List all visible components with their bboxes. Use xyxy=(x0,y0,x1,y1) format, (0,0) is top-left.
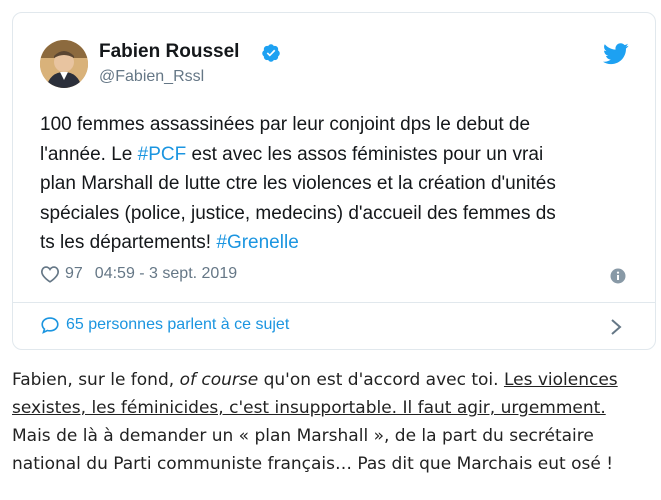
tweet-text-segment: est avec les assos féministes pour un vr… xyxy=(186,143,544,165)
tweet-text-line: 100 femmes assassinées par leur conjoint… xyxy=(40,110,640,140)
hashtag-grenelle-link[interactable]: #Grenelle xyxy=(216,232,298,253)
tweet-text: 100 femmes assassinées par leur conjoint… xyxy=(40,110,640,258)
tweet-text-line: ts les départements! #Grenelle xyxy=(40,228,640,258)
tweet-meta: 97 04:59 - 3 sept. 2019 xyxy=(40,265,237,283)
tweet-text-segment: l'année. Le xyxy=(40,143,138,165)
chevron-right-icon[interactable] xyxy=(610,318,622,336)
tweet-text-segment: plan Marshall de lutte ctre les violence… xyxy=(40,173,556,194)
user-handle[interactable]: @Fabien_Rssl xyxy=(99,68,204,86)
tweet-text-segment: ts les départements! xyxy=(40,232,217,253)
hashtag-pcf-link[interactable]: #PCF xyxy=(138,144,187,165)
heart-icon[interactable] xyxy=(40,265,60,283)
commentary-italic-text: of course xyxy=(179,370,259,390)
commentary-line: national du Parti communiste français… P… xyxy=(12,454,614,474)
conversation-label: 65 personnes parlent à ce sujet xyxy=(66,316,290,333)
avatar[interactable] xyxy=(40,40,88,88)
divider xyxy=(13,302,655,303)
tweet-text-segment: spéciales (police, justice, medecins) d'… xyxy=(40,202,556,224)
tweet-text-line: spéciales (police, justice, medecins) d'… xyxy=(40,199,640,229)
commentary-underlined-line: sexistes, les féminicides, c'est insuppo… xyxy=(12,398,606,418)
tweet-text-line: plan Marshall de lutte ctre les violence… xyxy=(40,169,640,199)
speech-bubble-icon xyxy=(41,317,59,334)
commentary-text: Fabien, sur le fond, xyxy=(12,370,180,390)
verified-badge-icon xyxy=(262,44,280,62)
info-icon[interactable] xyxy=(610,268,626,284)
commentary-underlined-text: Les violences xyxy=(503,370,618,390)
commentary-line: Mais de là à demander un « plan Marshall… xyxy=(12,426,594,446)
commentary-paragraph: Fabien, sur le fond, of course qu'on est… xyxy=(12,366,657,478)
commentary-text: qu'on est d'accord avec toi. xyxy=(258,370,504,390)
commentary-line: Fabien, sur le fond, of course qu'on est… xyxy=(12,366,657,394)
tweet-text-line: l'année. Le #PCF est avec les assos fémi… xyxy=(40,140,640,170)
twitter-bird-icon[interactable] xyxy=(603,43,629,65)
tweet-card[interactable]: Fabien Roussel @Fabien_Rssl 100 femmes a… xyxy=(12,12,656,350)
display-name[interactable]: Fabien Roussel xyxy=(99,41,239,63)
tweet-text-segment: 100 femmes assassinées par leur conjoint… xyxy=(40,114,531,135)
avatar-photo-icon xyxy=(40,40,88,88)
like-count[interactable]: 97 xyxy=(65,265,83,283)
conversation-link[interactable]: 65 personnes parlent à ce sujet xyxy=(40,316,289,334)
tweet-timestamp[interactable]: 04:59 - 3 sept. 2019 xyxy=(95,265,237,283)
